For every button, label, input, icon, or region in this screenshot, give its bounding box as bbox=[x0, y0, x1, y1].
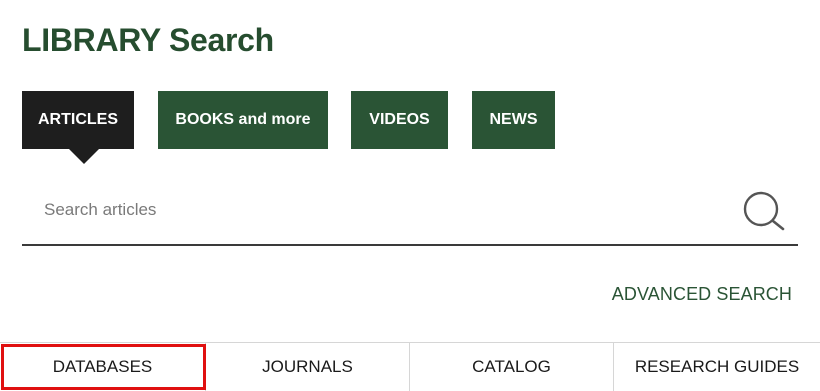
page-title: LIBRARY Search bbox=[22, 22, 274, 58]
nav-catalog[interactable]: CATALOG bbox=[410, 343, 613, 391]
advanced-search-link[interactable]: ADVANCED SEARCH bbox=[612, 284, 792, 305]
tab-books-and-more[interactable]: BOOKS and more bbox=[158, 91, 328, 149]
tab-news[interactable]: NEWS bbox=[472, 91, 555, 149]
resource-nav: DATABASES JOURNALS CATALOG RESEARCH GUID… bbox=[0, 342, 820, 391]
nav-journals[interactable]: JOURNALS bbox=[206, 343, 409, 391]
tab-articles[interactable]: ARTICLES bbox=[22, 91, 134, 164]
search-button[interactable] bbox=[738, 186, 790, 234]
nav-research-guides[interactable]: RESEARCH GUIDES bbox=[614, 343, 820, 391]
search-icon bbox=[743, 191, 785, 231]
nav-databases[interactable]: DATABASES bbox=[0, 343, 205, 391]
search-bar bbox=[22, 178, 798, 246]
search-input[interactable] bbox=[22, 178, 722, 242]
tab-videos[interactable]: VIDEOS bbox=[351, 91, 448, 149]
